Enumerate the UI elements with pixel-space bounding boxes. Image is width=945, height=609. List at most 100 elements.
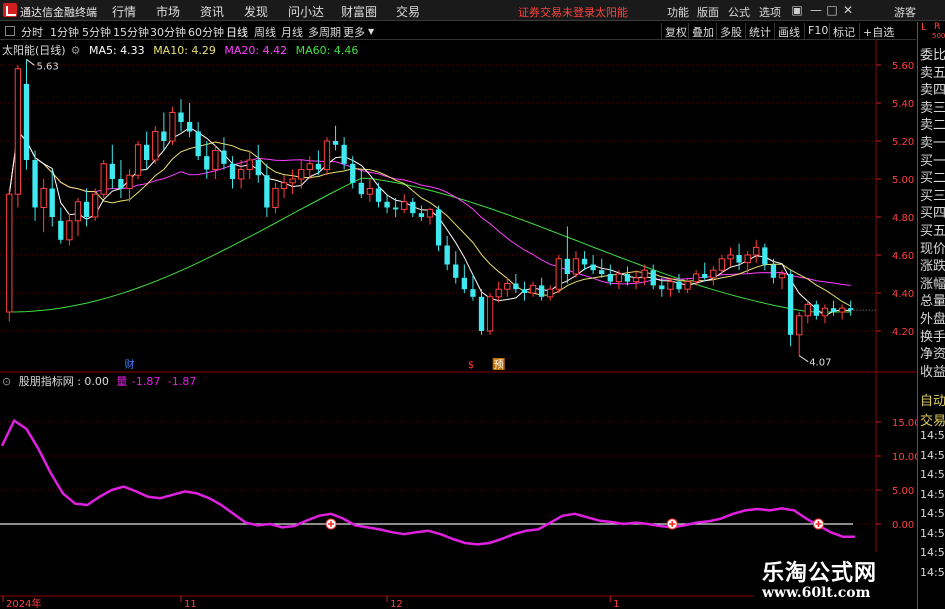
- period-daily[interactable]: 日线: [226, 24, 248, 40]
- menu-options[interactable]: 选项: [759, 4, 781, 20]
- window-menu-icon[interactable]: ▣: [789, 2, 805, 18]
- candle-body: [710, 269, 717, 279]
- candle-body: [572, 258, 580, 275]
- panel-field-label: 净资: [920, 347, 945, 363]
- candle-body: [212, 150, 219, 170]
- candle-body: [298, 169, 305, 180]
- period-tick[interactable]: 分时: [21, 24, 43, 40]
- panel-field-label: 卖三: [920, 100, 945, 116]
- period-multi[interactable]: 多周期: [308, 24, 341, 40]
- candle-body: [641, 269, 648, 279]
- period-30min[interactable]: 30分钟: [150, 24, 186, 40]
- tool-add-watchlist[interactable]: +自选: [859, 23, 897, 39]
- candle-body: [650, 270, 656, 286]
- close-icon[interactable]: ✕: [840, 2, 856, 18]
- candle-body: [513, 283, 519, 290]
- panel-tick-time: 14:56: [920, 487, 945, 501]
- panel-tick-time: 14:56: [920, 565, 945, 579]
- candle-body: [32, 160, 38, 208]
- candle-body: [384, 201, 390, 208]
- chart-area[interactable]: 5.60 5.40 5.20 5.00 4.80 4.60 4.40 4.20 5.63 4.0…: [0, 40, 917, 609]
- price-tick-label: 4.20: [892, 327, 914, 338]
- tool-mark[interactable]: 标记: [829, 23, 858, 39]
- panel-l-label[interactable]: L: [921, 22, 927, 33]
- high-price-label: 5.63: [36, 61, 58, 72]
- panel-tick-time: 14:56: [920, 429, 945, 442]
- candlestick-series: [6, 59, 854, 356]
- panel-r-sub: 500: [932, 32, 945, 40]
- tool-restore-rights[interactable]: 复权: [661, 23, 690, 39]
- candle-body: [134, 144, 142, 176]
- candle-body: [659, 285, 665, 290]
- menu-layout[interactable]: 版面: [697, 4, 719, 20]
- candle-body: [392, 207, 399, 210]
- guest-label[interactable]: 游客: [894, 4, 916, 20]
- candle-body: [590, 264, 596, 271]
- period-grid-icon[interactable]: [5, 26, 15, 36]
- period-monthly[interactable]: 月线: [281, 24, 303, 40]
- candle-body: [461, 277, 468, 290]
- minimize-icon[interactable]: —: [808, 2, 824, 18]
- period-more[interactable]: 更多: [343, 24, 365, 40]
- tool-overlay[interactable]: 叠加: [688, 23, 717, 39]
- candle-body: [144, 144, 150, 160]
- candle-body: [435, 209, 442, 246]
- candle-body: [486, 296, 494, 332]
- maximize-icon[interactable]: □: [824, 2, 840, 18]
- candle-body: [23, 84, 30, 160]
- menu-market-quotes[interactable]: 行情: [112, 3, 136, 20]
- candle-body: [495, 288, 502, 298]
- indicator-toggle-icon[interactable]: ⊙: [2, 375, 11, 388]
- tool-statistics[interactable]: 统计: [745, 23, 774, 39]
- candle-body: [272, 188, 279, 208]
- candle-body: [830, 308, 837, 312]
- menu-trade[interactable]: 交易: [396, 3, 420, 20]
- candle-body: [538, 285, 545, 297]
- candle-body: [555, 258, 562, 290]
- panel-tick-time: 14:56: [920, 448, 945, 462]
- candle-body: [91, 193, 99, 218]
- tool-multi-stock[interactable]: 多股: [716, 23, 745, 39]
- candle-body: [727, 254, 734, 260]
- candle-body: [736, 255, 742, 263]
- candle-body: [350, 163, 356, 183]
- period-weekly[interactable]: 周线: [254, 24, 276, 40]
- candle-body: [564, 258, 571, 274]
- settings-gear-icon[interactable]: ⚙: [71, 44, 81, 57]
- candle-body: [358, 182, 364, 195]
- panel-r-label[interactable]: R: [934, 22, 940, 32]
- period-15min[interactable]: 15分钟: [113, 24, 149, 40]
- candle-body: [204, 156, 210, 170]
- event-marker: $: [468, 360, 474, 371]
- stock-name: 太阳能: [595, 6, 628, 19]
- chart-title[interactable]: 太阳能(日线): [2, 44, 66, 57]
- menu-ask[interactable]: 问小达: [288, 3, 324, 20]
- menu-wealth[interactable]: 财富圈: [341, 3, 377, 20]
- more-chevron-icon[interactable]: ▼: [368, 27, 374, 36]
- indicator-name[interactable]: 股朋指标网: [19, 375, 74, 388]
- panel-field-label: 卖一: [920, 136, 945, 151]
- menu-functions[interactable]: 功能: [667, 4, 689, 20]
- menu-market[interactable]: 市场: [156, 3, 180, 20]
- candle-body: [676, 281, 682, 290]
- indicator-line: [0, 419, 855, 546]
- tool-f10[interactable]: F10: [804, 23, 831, 39]
- login-status[interactable]: 证券交易未登录: [518, 4, 595, 20]
- menu-formula[interactable]: 公式: [728, 4, 750, 20]
- menu-news[interactable]: 资讯: [200, 3, 224, 20]
- period-60min[interactable]: 60分钟: [188, 24, 224, 40]
- panel-auto-trade-label: 自动: [920, 394, 945, 409]
- menu-discover[interactable]: 发现: [244, 3, 268, 20]
- indicator-tick-label: 0.00: [892, 520, 914, 531]
- panel-field-label: 买二: [920, 171, 945, 187]
- tool-draw-line[interactable]: 画线: [774, 23, 803, 39]
- period-1min[interactable]: 1分钟: [50, 24, 79, 40]
- indicator-tick-label: 10.00: [892, 452, 917, 463]
- panel-field-label: 现价: [920, 241, 945, 257]
- period-5min[interactable]: 5分钟: [82, 24, 111, 40]
- price-tick-label: 5.20: [892, 137, 914, 148]
- candle-body: [264, 175, 270, 208]
- candle-body: [323, 140, 331, 170]
- ma10-label: MA10: 4.29: [153, 44, 216, 57]
- date-tick-label: 2024年: [6, 597, 41, 609]
